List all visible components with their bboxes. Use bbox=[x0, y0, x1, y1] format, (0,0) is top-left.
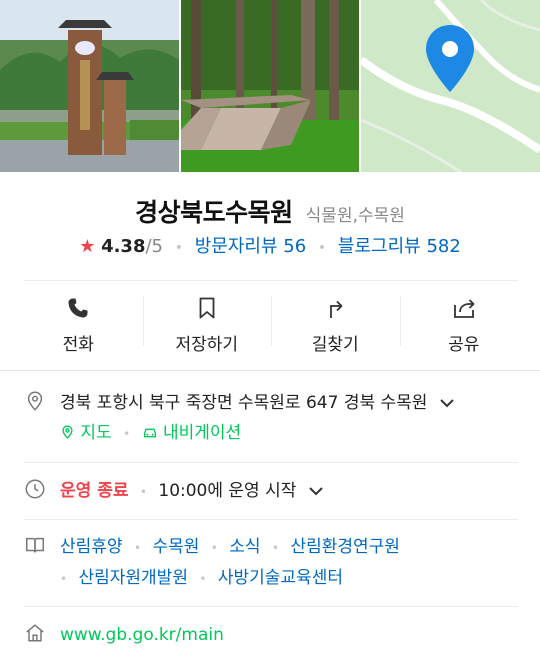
separator-dot: • bbox=[139, 485, 147, 499]
save-label: 저장하기 bbox=[175, 334, 239, 355]
clock-icon bbox=[25, 479, 45, 499]
share-icon bbox=[453, 298, 475, 318]
photo-map-preview[interactable] bbox=[361, 0, 540, 172]
separator-dot: • bbox=[317, 240, 327, 256]
place-category: 식물원,수목원 bbox=[305, 206, 405, 226]
rating-max: /5 bbox=[145, 236, 164, 257]
title-row: 경상북도수목원 식물원,수목원 bbox=[0, 193, 540, 229]
website-link[interactable]: www.gb.go.kr/main bbox=[60, 625, 224, 645]
bookmark-icon bbox=[199, 297, 215, 318]
rating-score: 4.38 bbox=[101, 236, 146, 257]
separator-dot: • bbox=[210, 541, 218, 555]
tag-item[interactable]: 수목원 bbox=[152, 537, 199, 557]
home-icon bbox=[26, 624, 44, 642]
directions-button[interactable]: 길찾기 bbox=[271, 282, 400, 368]
hours-text: 운영 종료 • 10:00에 운영 시작 bbox=[60, 476, 324, 507]
phone-icon bbox=[68, 298, 88, 317]
tags-line-1: 산림휴양 • 수목원 • 소식 • 산림환경연구원 bbox=[60, 532, 400, 563]
website-row: www.gb.go.kr/main bbox=[24, 620, 524, 650]
place-name: 경상북도수목원 bbox=[135, 198, 293, 227]
forest-deck-image bbox=[180, 0, 360, 172]
separator-dot: • bbox=[199, 572, 207, 586]
chevron-down-icon[interactable] bbox=[439, 398, 455, 408]
call-button[interactable]: 전화 bbox=[14, 282, 143, 368]
divider bbox=[24, 462, 518, 463]
call-label: 전화 bbox=[62, 334, 94, 355]
star-icon: ★ bbox=[79, 236, 96, 257]
hours-row[interactable]: 운영 종료 • 10:00에 운영 시작 bbox=[24, 476, 524, 507]
photo-forest-deck[interactable] bbox=[180, 0, 360, 172]
map-preview-image bbox=[361, 0, 540, 172]
divider bbox=[24, 606, 518, 607]
blog-reviews-link[interactable]: 블로그리뷰 582 bbox=[338, 236, 461, 257]
rating-row: ★ 4.38/5 • 방문자리뷰 56 • 블로그리뷰 582 bbox=[0, 232, 540, 258]
turn-arrow-icon bbox=[330, 300, 343, 318]
tag-item[interactable]: 산림휴양 bbox=[60, 537, 123, 557]
separator-dot: • bbox=[133, 541, 142, 555]
tag-item[interactable]: 소식 bbox=[229, 537, 260, 557]
chevron-down-icon[interactable] bbox=[308, 486, 324, 496]
tag-item[interactable]: 산림자원개발원 bbox=[78, 568, 187, 588]
address-text: 경북 포항시 북구 죽장면 수목원로 647 경북 수목원 bbox=[60, 393, 428, 413]
action-bar: 전화 저장하기 길찾기 공유 bbox=[14, 282, 528, 368]
entrance-gate-image bbox=[0, 0, 179, 172]
tag-item[interactable]: 산림환경연구원 bbox=[290, 537, 399, 557]
save-button[interactable]: 저장하기 bbox=[142, 282, 272, 368]
separator-dot: • bbox=[174, 240, 184, 256]
separator-dot: • bbox=[271, 541, 280, 555]
visitor-reviews-link[interactable]: 방문자리뷰 56 bbox=[195, 236, 306, 257]
hours-next: 10:00에 운영 시작 bbox=[158, 481, 297, 501]
location-pin-icon bbox=[27, 391, 43, 411]
address-links: 지도 • 내비게이션 bbox=[60, 418, 455, 449]
car-icon bbox=[143, 428, 156, 438]
tags-line-2: • 산림자원개발원 • 사방기술교육센터 bbox=[60, 563, 400, 594]
map-pin-small-icon bbox=[62, 425, 73, 439]
navigation-link[interactable]: 내비게이션 bbox=[163, 423, 241, 443]
separator-dot: • bbox=[123, 427, 131, 441]
share-label: 공유 bbox=[448, 334, 480, 355]
section-divider bbox=[0, 370, 540, 371]
address-line[interactable]: 경북 포항시 북구 죽장면 수목원로 647 경북 수목원 bbox=[60, 388, 455, 418]
tags-row: 산림휴양 • 수목원 • 소식 • 산림환경연구원 • 산림자원개발원 • 사방… bbox=[24, 532, 524, 594]
tag-item[interactable]: 사방기술교육센터 bbox=[218, 568, 343, 588]
book-icon bbox=[26, 537, 44, 553]
photo-entrance-gate[interactable] bbox=[0, 0, 179, 172]
address-row: 경북 포항시 북구 죽장면 수목원로 647 경북 수목원 지도 • 내비게이션 bbox=[24, 388, 524, 449]
share-button[interactable]: 공유 bbox=[399, 282, 529, 368]
directions-label: 길찾기 bbox=[311, 334, 359, 355]
map-link[interactable]: 지도 bbox=[80, 423, 111, 443]
hours-status: 운영 종료 bbox=[60, 481, 129, 501]
separator-dot: • bbox=[60, 572, 68, 586]
photo-strip[interactable] bbox=[0, 0, 540, 172]
divider bbox=[24, 280, 518, 281]
divider bbox=[24, 519, 518, 520]
